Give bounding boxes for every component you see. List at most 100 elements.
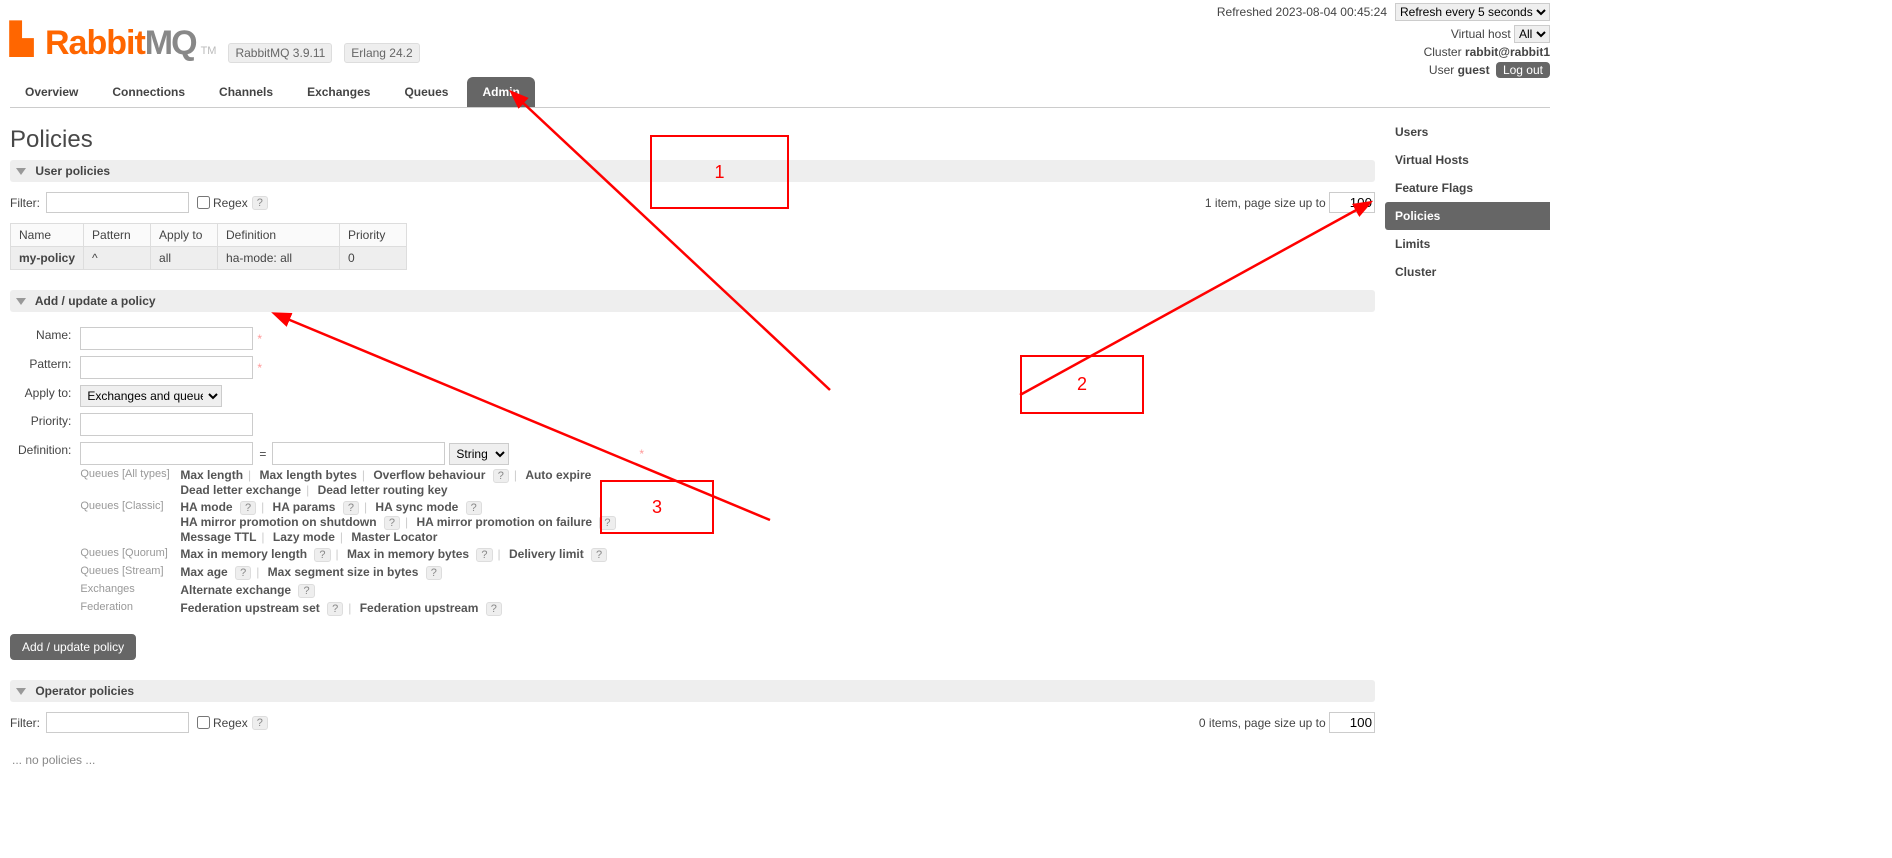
tab-exchanges[interactable]: Exchanges xyxy=(292,77,385,107)
op-pager-text: 0 items, page size up to xyxy=(1199,716,1326,730)
logo-row: ▙ RabbitMQ TM RabbitMQ 3.9.11 Erlang 24.… xyxy=(10,24,1550,69)
vhost-select[interactable]: All xyxy=(1514,25,1550,43)
link-auto-expire[interactable]: Auto expire xyxy=(525,468,591,482)
section-user-policies[interactable]: User policies xyxy=(10,160,1375,182)
user-label: User xyxy=(1429,63,1454,77)
link-max-length[interactable]: Max length xyxy=(180,468,243,482)
vhost-label: Virtual host xyxy=(1451,27,1511,41)
link-max-length-bytes[interactable]: Max length bytes xyxy=(260,468,357,482)
policy-apply: all xyxy=(151,247,218,270)
link-ha-promo-shutdown[interactable]: HA mirror promotion on shutdown xyxy=(180,515,376,529)
def-label-all: Queues [All types] xyxy=(80,468,180,480)
add-update-policy-button[interactable]: Add / update policy xyxy=(10,634,136,660)
link-ha-sync-mode[interactable]: HA sync mode xyxy=(375,500,458,514)
help-icon[interactable]: ? xyxy=(466,501,482,515)
cluster-name: rabbit@rabbit1 xyxy=(1465,45,1550,59)
logout-button[interactable]: Log out xyxy=(1496,62,1550,78)
def-label-exchanges: Exchanges xyxy=(80,583,180,595)
cluster-info-block: Virtual host All Cluster rabbit@rabbit1 … xyxy=(1424,25,1550,79)
help-icon[interactable]: ? xyxy=(314,548,330,562)
section-add-update[interactable]: Add / update a policy xyxy=(10,290,1375,312)
user-pager-input[interactable] xyxy=(1329,192,1375,213)
help-icon[interactable]: ? xyxy=(599,516,615,530)
link-mem-bytes[interactable]: Max in memory bytes xyxy=(347,547,469,561)
chevron-down-icon xyxy=(16,298,26,305)
version-badge: RabbitMQ 3.9.11 xyxy=(228,43,332,63)
tab-queues[interactable]: Queues xyxy=(389,77,463,107)
help-icon[interactable]: ? xyxy=(493,469,509,483)
cluster-label: Cluster xyxy=(1424,45,1462,59)
subnav-users[interactable]: Users xyxy=(1385,118,1550,146)
tab-connections[interactable]: Connections xyxy=(97,77,200,107)
help-icon[interactable]: ? xyxy=(426,566,442,580)
link-dlx[interactable]: Dead letter exchange xyxy=(180,483,301,497)
op-filter-label: Filter: xyxy=(10,716,40,730)
link-max-segment[interactable]: Max segment size in bytes xyxy=(268,565,419,579)
user-pager-text: 1 item, page size up to xyxy=(1205,196,1326,210)
op-filter-regex-checkbox[interactable] xyxy=(197,716,210,729)
form-name-label: Name: xyxy=(16,326,73,351)
link-message-ttl[interactable]: Message TTL xyxy=(180,530,256,544)
op-pager-input[interactable] xyxy=(1329,712,1375,733)
page-title: Policies xyxy=(10,126,1375,154)
help-icon[interactable]: ? xyxy=(240,501,256,515)
subnav-feature-flags[interactable]: Feature Flags xyxy=(1385,174,1550,202)
help-icon[interactable]: ? xyxy=(298,584,314,598)
help-icon[interactable]: ? xyxy=(591,548,607,562)
form-name-input[interactable] xyxy=(80,327,253,350)
form-apply-label: Apply to: xyxy=(16,384,73,408)
help-icon[interactable]: ? xyxy=(476,548,492,562)
link-max-age[interactable]: Max age xyxy=(180,565,227,579)
form-definition-label: Definition: xyxy=(16,441,73,620)
link-master-locator[interactable]: Master Locator xyxy=(351,530,437,544)
link-delivery-limit[interactable]: Delivery limit xyxy=(509,547,584,561)
help-icon[interactable]: ? xyxy=(486,602,502,616)
tab-overview[interactable]: Overview xyxy=(10,77,93,107)
op-filter-help-icon[interactable]: ? xyxy=(252,716,268,730)
form-priority-input[interactable] xyxy=(80,413,253,436)
definition-value-input[interactable] xyxy=(272,442,445,465)
link-ha-promo-failure[interactable]: HA mirror promotion on failure xyxy=(417,515,593,529)
link-ha-mode[interactable]: HA mode xyxy=(180,500,232,514)
subnav-limits[interactable]: Limits xyxy=(1385,230,1550,258)
chevron-down-icon xyxy=(16,688,26,695)
link-fed-set[interactable]: Federation upstream set xyxy=(180,601,319,615)
definition-key-input[interactable] xyxy=(80,442,253,465)
rabbit-icon: ▙ xyxy=(10,22,32,57)
def-label-classic: Queues [Classic] xyxy=(80,500,180,512)
form-pattern-input[interactable] xyxy=(80,356,253,379)
link-ha-params[interactable]: HA params xyxy=(273,500,336,514)
op-filter-input[interactable] xyxy=(46,712,189,733)
form-apply-select[interactable]: Exchanges and queues xyxy=(80,385,222,407)
user-name: guest xyxy=(1458,63,1490,77)
def-label-stream: Queues [Stream] xyxy=(80,565,180,577)
filter-regex-checkbox[interactable] xyxy=(197,196,210,209)
section-operator-policies[interactable]: Operator policies xyxy=(10,680,1375,702)
link-dlrk[interactable]: Dead letter routing key xyxy=(318,483,448,497)
help-icon[interactable]: ? xyxy=(327,602,343,616)
table-row[interactable]: my-policy ^ all ha-mode: all 0 xyxy=(11,247,407,270)
tab-channels[interactable]: Channels xyxy=(204,77,288,107)
link-ae[interactable]: Alternate exchange xyxy=(180,583,291,597)
link-overflow[interactable]: Overflow behaviour xyxy=(373,468,485,482)
admin-subnav: Users Virtual Hosts Feature Flags Polici… xyxy=(1385,108,1550,286)
refreshed-text: Refreshed 2023-08-04 00:45:24 xyxy=(1217,5,1387,19)
link-lazy-mode[interactable]: Lazy mode xyxy=(273,530,335,544)
subnav-cluster[interactable]: Cluster xyxy=(1385,258,1550,286)
link-mem-length[interactable]: Max in memory length xyxy=(180,547,307,561)
chevron-down-icon xyxy=(16,168,26,175)
help-icon[interactable]: ? xyxy=(343,501,359,515)
help-icon[interactable]: ? xyxy=(384,516,400,530)
erlang-badge: Erlang 24.2 xyxy=(344,43,419,63)
subnav-virtual-hosts[interactable]: Virtual Hosts xyxy=(1385,146,1550,174)
refresh-interval-select[interactable]: Refresh every 5 seconds xyxy=(1395,3,1550,21)
filter-input[interactable] xyxy=(46,192,189,213)
tab-admin[interactable]: Admin xyxy=(467,77,534,107)
subnav-policies[interactable]: Policies xyxy=(1385,202,1550,230)
definition-type-select[interactable]: String xyxy=(449,443,509,465)
help-icon[interactable]: ? xyxy=(235,566,251,580)
filter-help-icon[interactable]: ? xyxy=(252,196,268,210)
link-fed-up[interactable]: Federation upstream xyxy=(360,601,479,615)
filter-label: Filter: xyxy=(10,196,40,210)
main-tabs: Overview Connections Channels Exchanges … xyxy=(10,77,1550,108)
